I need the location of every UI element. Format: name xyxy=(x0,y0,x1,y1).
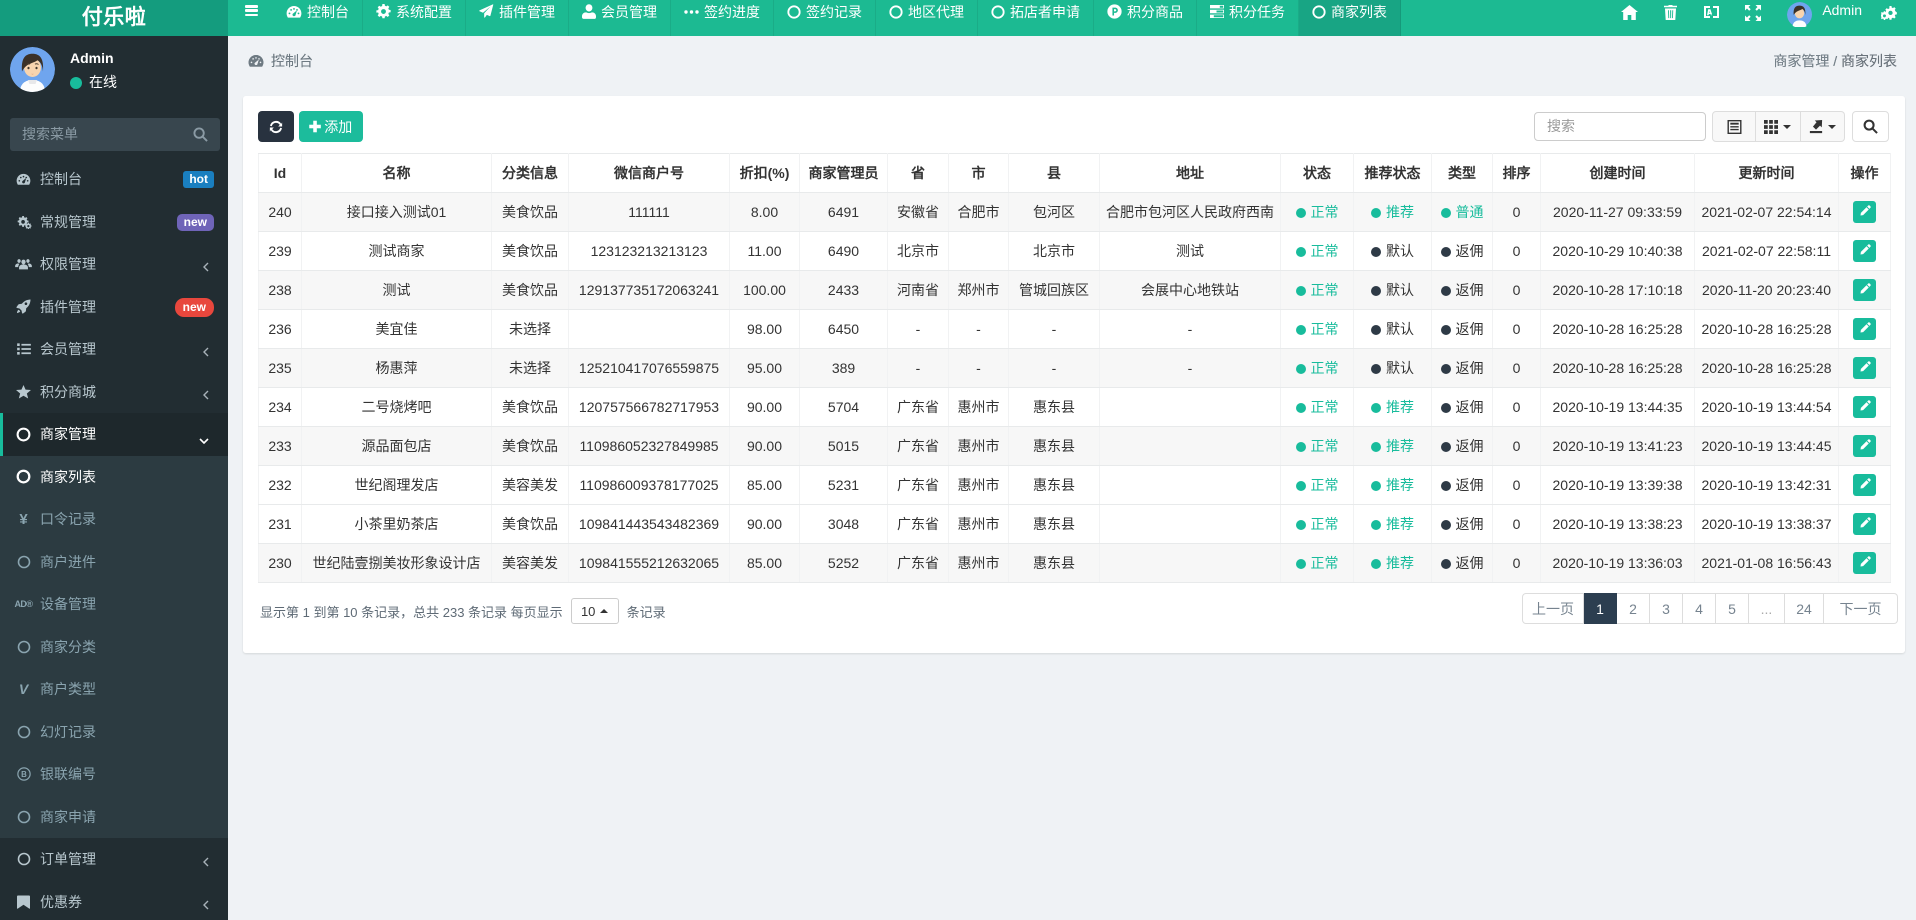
svg-text:B: B xyxy=(21,770,27,779)
